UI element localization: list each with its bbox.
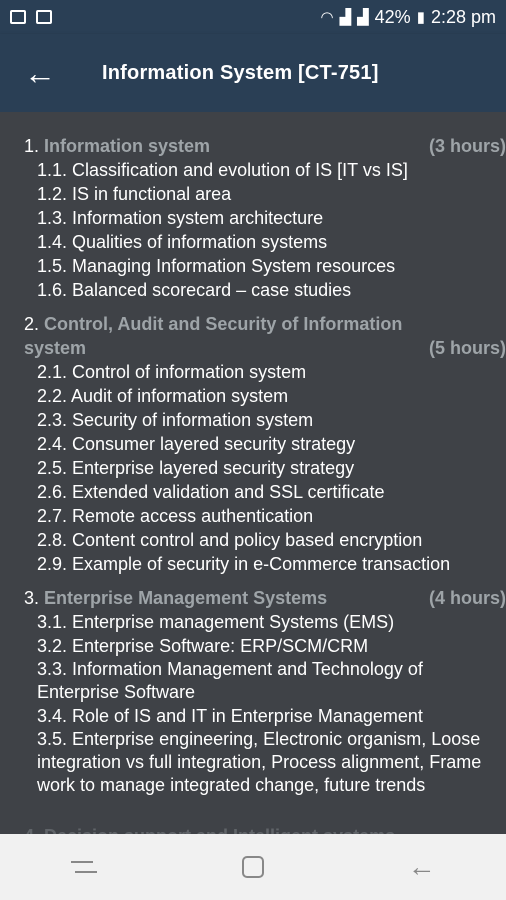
status-bar: ◠ ▟ ▟ 42% ▮ 2:28 pm xyxy=(0,0,506,34)
section-1-header: 1. Information system (3 hours) xyxy=(24,134,506,158)
section-number: 3. xyxy=(24,588,40,608)
list-item: 1.4. Qualities of information systems xyxy=(37,232,328,252)
back-button[interactable]: ← xyxy=(0,34,80,112)
syllabus-list: 1. Information system (3 hours) 1.1. Cla… xyxy=(0,112,506,797)
list-item: 2.8. Content control and policy based en… xyxy=(37,530,423,550)
list-item: 3.3. Information Management and Technolo… xyxy=(37,659,423,702)
clock: 2:28 pm xyxy=(430,6,496,27)
list-item: 2.5. Enterprise layered security strateg… xyxy=(37,458,355,478)
list-item: 2.6. Extended validation and SSL certifi… xyxy=(37,482,385,502)
list-item: 2.1. Control of information system xyxy=(37,362,307,382)
list-item: 2.4. Consumer layered security strategy xyxy=(37,434,356,454)
section-number: 1. xyxy=(24,136,40,156)
list-item: 3.4. Role of IS and IT in Enterprise Man… xyxy=(37,706,423,726)
section-1-title: 1. Information system xyxy=(24,134,210,158)
list-item: 2.7. Remote access authentication xyxy=(37,506,314,526)
battery-icon: ▮ xyxy=(416,9,425,26)
status-left xyxy=(10,10,52,24)
section-2-header-line2: system (5 hours) xyxy=(24,336,506,360)
list-item: 3.2. Enterprise Software: ERP/SCM/CRM xyxy=(37,636,369,656)
section-hours: (3 hours) xyxy=(428,136,506,156)
section-2-header: 2. Control, Audit and Security of Inform… xyxy=(24,312,506,336)
list-item: 1.3. Information system architecture xyxy=(37,208,324,228)
image-notification-icon xyxy=(36,10,52,24)
nav-back-button[interactable]: ← xyxy=(392,842,452,892)
section-3: 3. Enterprise Management Systems (4 hour… xyxy=(24,586,506,797)
battery-percent: 42% xyxy=(374,6,411,27)
status-right: ◠ ▟ ▟ 42% ▮ 2:28 pm xyxy=(320,7,496,28)
section-number: 2. xyxy=(24,314,40,334)
list-item: 1.6. Balanced scorecard – case studies xyxy=(37,280,352,300)
recents-button[interactable] xyxy=(54,842,114,892)
back-icon: ← xyxy=(407,851,436,882)
partial-section-heading: 4. Decision support and Intelligent syst… xyxy=(24,826,395,834)
section-hours: (5 hours) xyxy=(428,338,506,358)
list-item: 2.2. Audit of information system xyxy=(37,386,289,406)
section-3-title: 3. Enterprise Management Systems xyxy=(24,586,327,610)
recents-icon xyxy=(71,859,98,875)
list-item: 2.3. Security of information system xyxy=(37,410,314,430)
list-item: 1.2. IS in functional area xyxy=(37,184,232,204)
section-3-header: 3. Enterprise Management Systems (4 hour… xyxy=(24,586,506,610)
section-2: 2. Control, Audit and Security of Inform… xyxy=(24,312,506,576)
syllabus-content[interactable]: 1. Information system (3 hours) 1.1. Cla… xyxy=(0,112,506,834)
home-icon xyxy=(241,856,264,878)
section-title-line2: system xyxy=(24,338,87,358)
notification-icon xyxy=(10,10,26,24)
home-button[interactable] xyxy=(223,842,283,892)
list-item: 2.9. Example of security in e-Commerce t… xyxy=(37,554,451,574)
app-bar: ← Information System [CT-751] xyxy=(0,34,506,112)
page-title: Information System [CT-751] xyxy=(102,61,379,84)
signal-icon: ▟ xyxy=(339,9,352,26)
list-item: 1.1. Classification and evolution of IS … xyxy=(37,160,408,180)
section-1: 1. Information system (3 hours) 1.1. Cla… xyxy=(24,134,506,302)
section-hours: (4 hours) xyxy=(428,588,506,608)
signal-icon-2: ▟ xyxy=(357,9,369,26)
section-title: Enterprise Management Systems xyxy=(44,588,328,608)
list-item: 3.1. Enterprise management Systems (EMS) xyxy=(37,612,395,632)
list-item: 1.5. Managing Information System resourc… xyxy=(37,256,396,276)
wifi-icon: ◠ xyxy=(320,9,334,26)
list-item: 3.5. Enterprise engineering, Electronic … xyxy=(37,729,482,795)
section-title-line1: Control, Audit and Security of Informati… xyxy=(44,314,403,334)
back-arrow-icon: ← xyxy=(24,54,56,91)
system-nav-bar: ← xyxy=(0,834,506,900)
section-title: Information system xyxy=(44,136,211,156)
